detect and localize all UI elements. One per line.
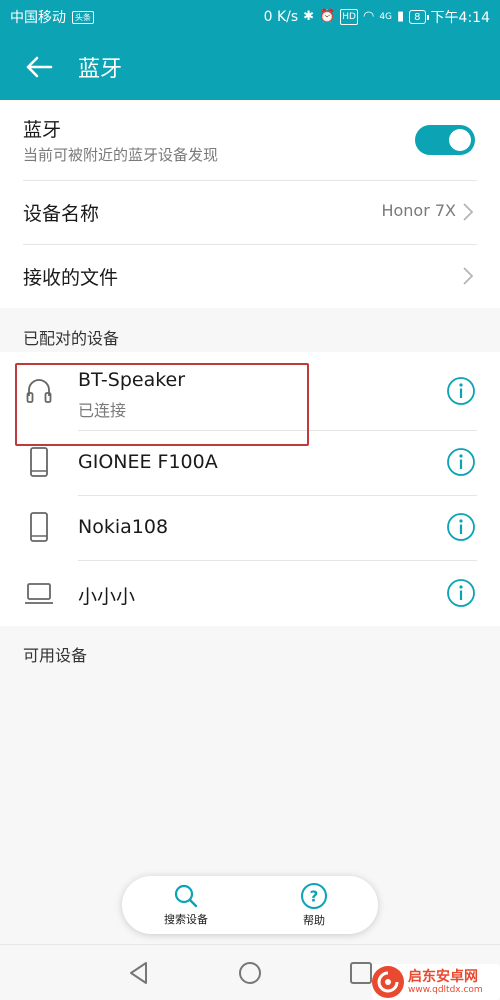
info-icon[interactable] — [446, 447, 476, 477]
paired-device-laptop[interactable]: 小小小 — [0, 560, 500, 626]
page-title: 蓝牙 — [78, 57, 123, 82]
device-name-row[interactable]: 设备名称 Honor 7X — [0, 180, 500, 244]
watermark-title: 启东安卓网 — [408, 968, 478, 985]
chevron-right-icon — [463, 267, 474, 285]
app-header: 中国移动 头条 0 K/s ✱ ⏰ HD ◠ 4G ▮ 8 下午4:14 蓝牙 — [0, 0, 500, 100]
search-icon — [174, 884, 198, 908]
home-nav-icon[interactable] — [237, 960, 263, 986]
device-name: Nokia108 — [78, 516, 169, 538]
phone-icon — [30, 512, 48, 542]
info-icon[interactable] — [446, 376, 476, 406]
bottom-action-bar: 搜索设备 ? 帮助 — [122, 876, 378, 934]
available-section-label: 可用设备 — [23, 646, 88, 665]
battery-level: 8 — [414, 11, 421, 23]
device-name-label: 设备名称 — [23, 203, 100, 225]
carrier-label: 中国移动 — [10, 10, 66, 26]
watermark-url: www.qdltdx.com — [408, 984, 483, 995]
title-bar: 蓝牙 — [0, 34, 500, 100]
paired-section-label: 已配对的设备 — [23, 329, 120, 348]
bluetooth-subtitle: 当前可被附近的蓝牙设备发现 — [23, 146, 219, 164]
hd-icon: HD — [340, 9, 358, 25]
bluetooth-title: 蓝牙 — [23, 119, 62, 141]
laptop-icon — [25, 583, 53, 604]
back-nav-icon[interactable] — [126, 960, 152, 986]
search-devices-label: 搜索设备 — [164, 913, 208, 926]
signal-icon: ▮ — [397, 9, 405, 24]
clock: 下午4:14 — [430, 10, 490, 26]
info-icon[interactable] — [446, 578, 476, 608]
help-label: 帮助 — [303, 914, 325, 927]
paired-device-nokia108[interactable]: Nokia108 — [0, 495, 500, 560]
received-files-row[interactable]: 接收的文件 — [0, 244, 500, 308]
device-name-value: Honor 7X — [381, 201, 456, 220]
battery-icon: 8 — [409, 10, 430, 24]
device-name: 小小小 — [78, 586, 136, 608]
back-arrow-icon[interactable] — [22, 50, 56, 84]
bluetooth-toggle[interactable] — [415, 125, 475, 155]
device-name: GIONEE F100A — [78, 451, 218, 473]
chevron-right-icon — [463, 203, 474, 221]
carrier-badge: 头条 — [72, 10, 94, 24]
info-icon[interactable] — [446, 512, 476, 542]
status-bar: 中国移动 头条 0 K/s ✱ ⏰ HD ◠ 4G ▮ 8 下午4:14 — [0, 0, 500, 34]
alarm-icon: ⏰ — [319, 9, 336, 24]
search-devices-button[interactable]: 搜索设备 — [122, 876, 250, 934]
help-icon: ? — [301, 883, 327, 909]
watermark-logo-icon — [372, 966, 404, 998]
net-speed: 0 K/s — [263, 9, 299, 25]
received-files-label: 接收的文件 — [23, 267, 119, 289]
recents-nav-icon[interactable] — [348, 960, 374, 986]
toggle-knob — [449, 129, 471, 151]
network-type: 4G — [379, 12, 393, 22]
svg-text:?: ? — [310, 888, 319, 906]
phone-icon — [30, 447, 48, 477]
highlight-box — [15, 363, 309, 446]
wifi-icon: ◠ — [362, 9, 375, 24]
watermark: 启东安卓网 www.qdltdx.com — [372, 964, 500, 1000]
help-button[interactable]: ? 帮助 — [250, 876, 378, 934]
bluetooth-status-icon: ✱ — [303, 9, 315, 24]
